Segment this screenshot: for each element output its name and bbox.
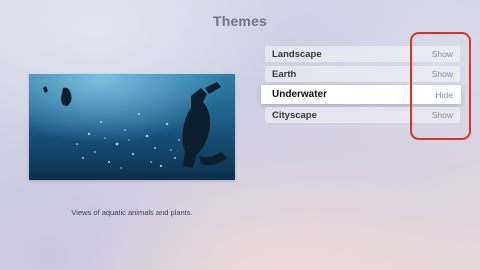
page-title: Themes (212, 13, 268, 29)
theme-name: Earth (272, 68, 297, 80)
theme-name: Landscape (272, 48, 322, 60)
theme-row-earth[interactable]: Earth Show (265, 66, 460, 82)
theme-name: Underwater (272, 89, 328, 100)
theme-show-hide-button[interactable]: Show (432, 69, 453, 79)
theme-name: Cityscape (272, 109, 317, 121)
theme-show-hide-button[interactable]: Hide (436, 90, 453, 100)
theme-preview-image (29, 74, 235, 180)
theme-show-hide-button[interactable]: Show (432, 110, 453, 120)
theme-list: Landscape Show Earth Show Underwater Hid… (261, 46, 461, 127)
theme-row-underwater[interactable]: Underwater Hide (261, 85, 461, 104)
theme-description: Views of aquatic animals and plants. (71, 208, 193, 217)
theme-show-hide-button[interactable]: Show (432, 49, 453, 59)
theme-row-cityscape[interactable]: Cityscape Show (265, 107, 460, 123)
theme-row-landscape[interactable]: Landscape Show (265, 46, 460, 62)
